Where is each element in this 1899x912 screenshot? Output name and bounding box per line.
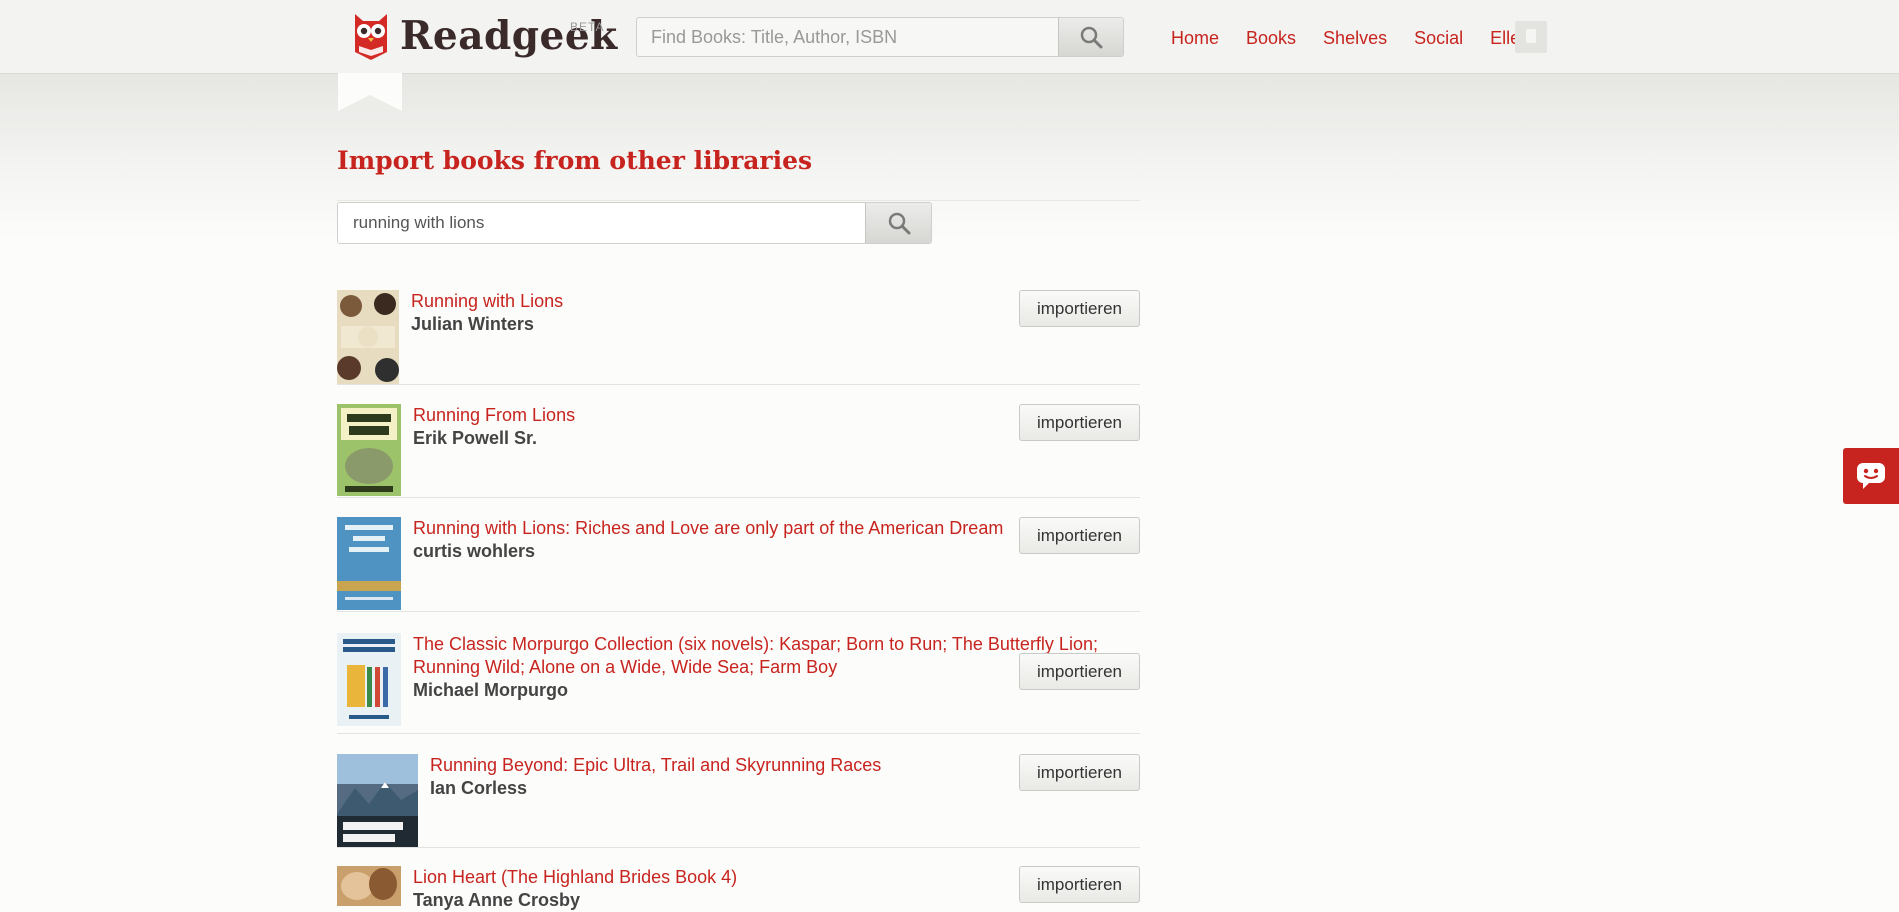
owl-book-logo-icon[interactable] [351, 12, 391, 62]
import-button[interactable]: importieren [1019, 517, 1140, 554]
main-nav: Home Books Shelves Social Ellen [1171, 24, 1530, 52]
import-search-input[interactable] [338, 203, 868, 243]
import-search-button[interactable] [865, 203, 931, 243]
result-item: Running From Lions Erik Powell Sr. impor… [337, 384, 1140, 498]
book-cover[interactable] [337, 404, 401, 496]
book-title-link-line2[interactable]: Running Wild; Alone on a Wide, Wide Sea;… [413, 656, 837, 679]
nav-social[interactable]: Social [1414, 24, 1463, 52]
book-title-link[interactable]: Running with Lions [411, 290, 563, 313]
chat-face-icon [1857, 463, 1885, 489]
feedback-widget[interactable] [1843, 448, 1899, 504]
global-search [636, 17, 1124, 57]
nav-home[interactable]: Home [1171, 24, 1219, 52]
global-search-input[interactable] [637, 18, 1059, 56]
import-button[interactable]: importieren [1019, 653, 1140, 690]
page-title: Import books from other libraries [337, 146, 813, 175]
nav-shelves[interactable]: Shelves [1323, 24, 1387, 52]
book-title-link[interactable]: Running Beyond: Epic Ultra, Trail and Sk… [430, 754, 881, 777]
book-cover[interactable] [337, 866, 401, 906]
global-search-button[interactable] [1058, 18, 1123, 56]
import-search [337, 202, 932, 244]
result-item: The Classic Morpurgo Collection (six nov… [337, 611, 1140, 734]
book-author: Julian Winters [411, 314, 534, 334]
import-button[interactable]: importieren [1019, 866, 1140, 903]
book-title-link[interactable]: The Classic Morpurgo Collection (six nov… [413, 633, 1098, 656]
user-avatar[interactable] [1515, 21, 1547, 53]
book-title-link[interactable]: Running From Lions [413, 404, 575, 427]
book-author: curtis wohlers [413, 541, 536, 561]
result-item: Running Beyond: Epic Ultra, Trail and Sk… [337, 733, 1140, 848]
result-item: Running with Lions: Riches and Love are … [337, 497, 1140, 612]
result-item: Running with Lions Julian Winters import… [337, 290, 1140, 385]
book-title-link[interactable]: Running with Lions: Riches and Love are … [413, 517, 1003, 540]
book-title-link[interactable]: Lion Heart (The Highland Brides Book 4) [413, 866, 737, 889]
book-cover[interactable] [337, 517, 401, 610]
book-author: Erik Powell Sr. [413, 428, 538, 448]
result-item: Lion Heart (The Highland Brides Book 4) … [337, 847, 1140, 910]
import-button[interactable]: importieren [1019, 290, 1140, 327]
book-author: Ian Corless [430, 778, 528, 798]
book-author: Tanya Anne Crosby [413, 890, 581, 910]
book-cover[interactable] [337, 290, 399, 384]
hero-background [0, 74, 1899, 244]
import-button[interactable]: importieren [1019, 754, 1140, 791]
search-icon [1080, 26, 1103, 49]
title-divider [337, 200, 1140, 201]
search-icon [888, 212, 910, 235]
book-author: Michael Morpurgo [413, 680, 569, 700]
import-button[interactable]: importieren [1019, 404, 1140, 441]
bookmark-ribbon-notch [338, 95, 402, 111]
book-cover[interactable] [337, 754, 418, 847]
beta-badge: BETA [570, 20, 605, 34]
nav-books[interactable]: Books [1246, 24, 1296, 52]
book-cover[interactable] [337, 633, 401, 726]
